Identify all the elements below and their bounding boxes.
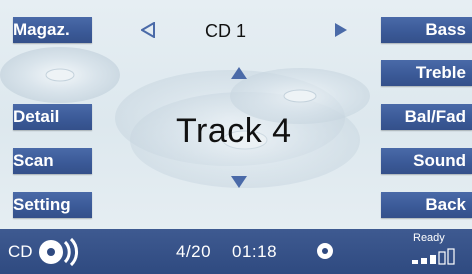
balance-fader-button[interactable]: Bal/Fad xyxy=(381,104,472,130)
back-button[interactable]: Back xyxy=(381,192,472,218)
previous-disc-icon[interactable] xyxy=(141,22,155,38)
disc-label: CD 1 xyxy=(205,21,247,41)
status-bar: CD 4/20 01:18 Ready xyxy=(0,229,472,274)
sound-button-label: Sound xyxy=(413,151,466,170)
setting-button[interactable]: Setting xyxy=(13,192,92,218)
setting-button-label: Setting xyxy=(13,195,71,214)
ready-label: Ready xyxy=(413,232,445,244)
sound-button[interactable]: Sound xyxy=(381,148,472,174)
bass-button[interactable]: Bass xyxy=(381,17,472,43)
track-down-icon[interactable] xyxy=(231,176,247,188)
track-progress: 4/20 xyxy=(176,242,212,261)
track-up-icon[interactable] xyxy=(231,67,247,79)
treble-button-label: Treble xyxy=(415,63,466,82)
radio-screen: Magaz. Detail Scan Setting Bass Treble B… xyxy=(0,0,472,274)
treble-button[interactable]: Treble xyxy=(381,60,472,86)
cd-source-icon xyxy=(39,237,78,267)
detail-button-label: Detail xyxy=(13,107,60,126)
track-label: Track 4 xyxy=(176,112,292,150)
signal-strength-icon xyxy=(412,248,455,265)
play-time: 01:18 xyxy=(232,242,278,261)
scan-button[interactable]: Scan xyxy=(13,148,92,174)
next-disc-icon[interactable] xyxy=(334,22,348,38)
balance-fader-button-label: Bal/Fad xyxy=(404,107,466,126)
magazine-button-label: Magaz. xyxy=(13,20,70,39)
source-label: CD xyxy=(8,242,33,261)
scan-button-label: Scan xyxy=(13,151,54,170)
magazine-button[interactable]: Magaz. xyxy=(13,17,92,43)
back-button-label: Back xyxy=(425,195,466,214)
detail-button[interactable]: Detail xyxy=(13,104,92,130)
disc-playing-icon xyxy=(317,243,333,259)
bass-button-label: Bass xyxy=(425,20,466,39)
